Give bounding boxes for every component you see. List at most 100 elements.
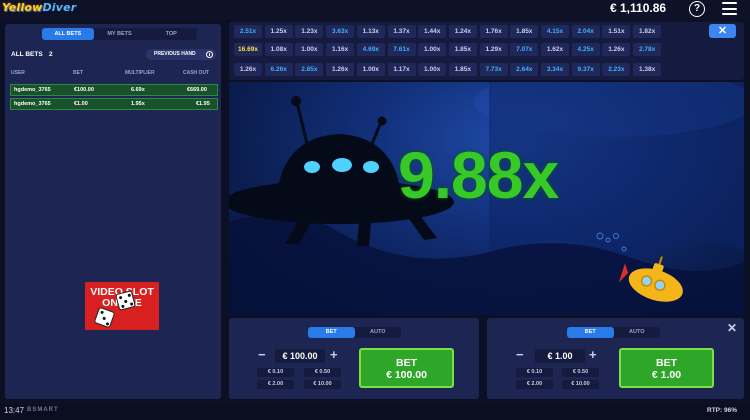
history-clock-icon — [206, 51, 213, 58]
history-multiplier: 7.07x — [510, 43, 539, 56]
logo-text-diver: Diver — [42, 1, 77, 14]
all-bets-count: 2 — [49, 51, 53, 58]
row-bet: €1.00 — [74, 101, 88, 107]
tab-auto[interactable]: AUTO — [355, 327, 402, 338]
history-multiplier: 16.69x — [234, 43, 262, 56]
history-multiplier: 7.61x — [387, 43, 416, 56]
history-multiplier: 1.26x — [602, 43, 631, 56]
history-multiplier: 1.85x — [448, 63, 477, 76]
history-multiplier: 1.85x — [448, 43, 477, 56]
quick-bet-chip[interactable]: € 2.00 — [257, 380, 294, 389]
quick-bet-chip[interactable]: € 0.10 — [257, 368, 294, 377]
tab-top[interactable]: TOP — [145, 28, 197, 40]
history-multiplier: 2.04x — [571, 25, 600, 38]
tab-my-bets[interactable]: MY BETS — [94, 28, 146, 40]
history-multiplier: 1.76x — [479, 25, 508, 38]
row-cash-out: €1.95 — [196, 101, 210, 107]
history-multiplier: 2.78x — [633, 43, 662, 56]
history-multiplier: 6.26x — [264, 63, 293, 76]
increase-bet-button[interactable]: + — [589, 348, 597, 362]
previous-hand-label: PREVIOUS HAND — [154, 51, 196, 57]
previous-hand-button[interactable]: PREVIOUS HAND — [146, 49, 216, 60]
bets-tabs: ALL BETS MY BETS TOP — [42, 28, 197, 40]
row-multiplier: 1.95x — [131, 101, 145, 107]
history-multiplier: 1.29x — [479, 43, 508, 56]
history-multiplier: 9.37x — [571, 63, 600, 76]
bet-panel-1-tabs: BET AUTO — [308, 327, 401, 338]
bets-panel: ALL BETS MY BETS TOP ALL BETS 2 PREVIOUS… — [5, 24, 221, 399]
rtp-label: RTP: 96% — [707, 407, 737, 414]
bet-button[interactable]: BET € 100.00 — [359, 348, 454, 388]
quick-bet-chip[interactable]: € 10.00 — [562, 380, 599, 389]
history-close-button[interactable]: ✕ — [709, 24, 736, 38]
history-multiplier: 4.15x — [541, 25, 569, 38]
history-multiplier: 1.25x — [264, 25, 293, 38]
history-multiplier: 1.16x — [326, 43, 355, 56]
increase-bet-button[interactable]: + — [330, 348, 338, 362]
row-user: hgdemo_3765 — [14, 87, 51, 93]
tab-auto[interactable]: AUTO — [614, 327, 661, 338]
help-icon[interactable]: ? — [689, 1, 705, 17]
column-bet: BET — [73, 70, 83, 76]
logo-text-yellow: Yellow — [2, 1, 43, 14]
bet-amount-input[interactable]: € 1.00 — [535, 349, 585, 363]
game-logo: YellowDiver — [2, 1, 76, 14]
quick-bet-chip[interactable]: € 0.50 — [562, 368, 599, 377]
row-bet: €100.00 — [74, 87, 94, 93]
balance-display: € 1,110.86 — [610, 1, 667, 15]
column-cash-out: CASH OUT — [183, 70, 210, 76]
row-cash-out: €669.00 — [187, 87, 207, 93]
quick-bet-chip[interactable]: € 10.00 — [304, 380, 341, 389]
quick-bet-chip[interactable]: € 0.50 — [304, 368, 341, 377]
tab-all-bets[interactable]: ALL BETS — [42, 28, 94, 40]
bet-button-amount: € 100.00 — [386, 369, 427, 381]
bet-panel-2-tabs: BET AUTO — [567, 327, 660, 338]
tab-bet[interactable]: BET — [567, 327, 614, 338]
status-bar: 13:47 BSMART RTP: 96% — [0, 405, 750, 420]
bet-button-amount: € 1.00 — [651, 369, 682, 381]
history-multiplier: 2.64x — [510, 63, 539, 76]
column-multiplier: MULTIPLIER — [125, 70, 155, 76]
history-multiplier: 1.26x — [234, 63, 262, 76]
history-multiplier: 4.25x — [571, 43, 600, 56]
bet-amount-input[interactable]: € 100.00 — [275, 349, 325, 363]
history-multiplier: 1.85x — [510, 25, 539, 38]
history-multiplier: 1.00x — [356, 63, 385, 76]
history-multiplier: 1.00x — [418, 43, 447, 56]
history-multiplier: 3.63x — [326, 25, 355, 38]
bet-button-label: BET — [656, 357, 677, 369]
history-multiplier: 2.85x — [295, 63, 324, 76]
quick-bet-chip[interactable]: € 0.10 — [516, 368, 553, 377]
row-user: hgdemo_3765 — [14, 101, 51, 107]
current-multiplier: 9.88x — [398, 138, 559, 212]
all-bets-heading: ALL BETS — [11, 51, 43, 58]
table-row: hgdemo_3765 €100.00 6.69x €669.00 — [10, 84, 218, 96]
quick-bet-chip[interactable]: € 2.00 — [516, 380, 553, 389]
decrease-bet-button[interactable]: − — [258, 348, 266, 362]
history-multiplier: 1.24x — [448, 25, 477, 38]
remove-bet-panel-button[interactable]: ✕ — [727, 321, 737, 335]
bet-button[interactable]: BET € 1.00 — [619, 348, 714, 388]
history-multiplier: 1.00x — [295, 43, 324, 56]
hamburger-menu-icon[interactable] — [722, 2, 737, 15]
history-multiplier: 2.51x — [234, 25, 262, 38]
tab-bet[interactable]: BET — [308, 327, 355, 338]
history-multiplier: 1.26x — [326, 63, 355, 76]
top-bar: YellowDiver € 1,110.86 ? — [0, 0, 750, 20]
bet-button-label: BET — [396, 357, 417, 369]
history-multiplier: 1.17x — [387, 63, 416, 76]
history-multiplier: 1.44x — [418, 25, 447, 38]
history-multiplier: 1.38x — [633, 63, 662, 76]
provider-brand: BSMART — [27, 407, 59, 413]
history-multiplier: 1.00x — [418, 63, 447, 76]
history-multiplier: 1.37x — [387, 25, 416, 38]
table-row: hgdemo_3765 €1.00 1.95x €1.95 — [10, 98, 218, 110]
decrease-bet-button[interactable]: − — [516, 348, 524, 362]
row-multiplier: 6.69x — [131, 87, 145, 93]
history-multiplier: 1.23x — [295, 25, 324, 38]
history-multiplier: 7.73x — [479, 63, 508, 76]
clock: 13:47 — [4, 406, 25, 415]
history-multiplier: 1.08x — [264, 43, 293, 56]
history-multiplier: 2.23x — [602, 63, 631, 76]
column-user: USER — [11, 70, 25, 76]
